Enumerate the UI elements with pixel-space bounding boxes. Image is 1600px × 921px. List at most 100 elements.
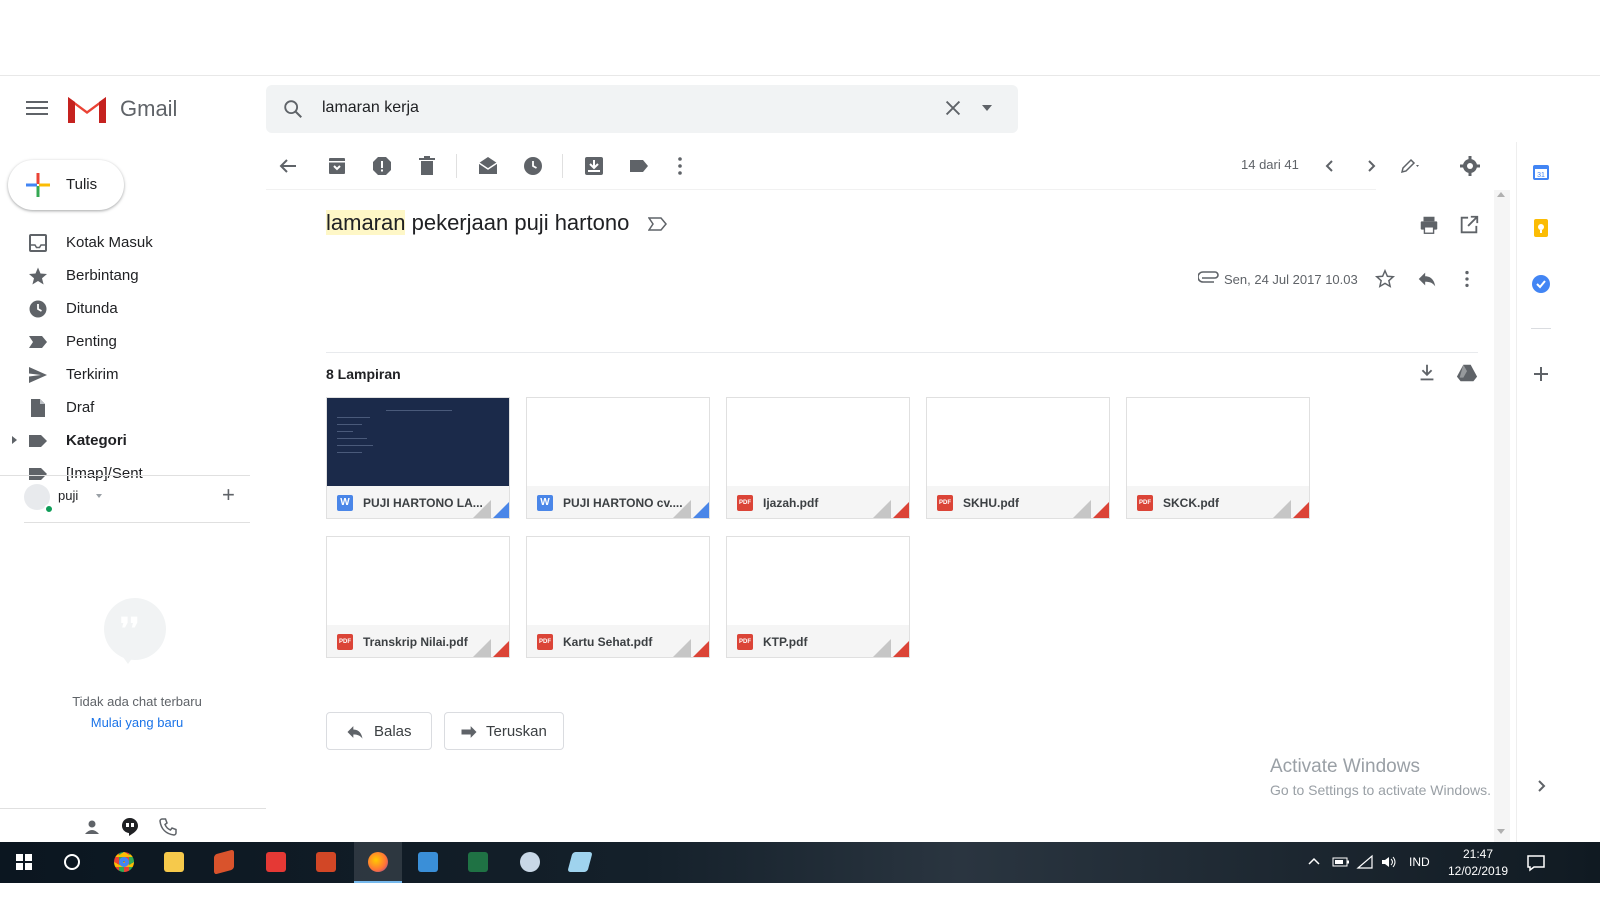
- books-app-taskbar-icon[interactable]: [200, 842, 248, 883]
- more-options-icon[interactable]: [668, 154, 692, 178]
- fold-shadow: [471, 639, 491, 657]
- star-outline-icon[interactable]: [1374, 268, 1396, 290]
- chrome-taskbar-icon[interactable]: [100, 842, 148, 883]
- save-to-drive-icon[interactable]: [1456, 362, 1478, 384]
- fold-shadow: [471, 500, 491, 518]
- nav-label: Kategori: [66, 432, 127, 449]
- action-center-icon[interactable]: [1526, 853, 1546, 873]
- nav-item-sent[interactable]: Terkirim: [0, 358, 266, 391]
- attachment-card[interactable]: PDF Kartu Sehat.pdf: [526, 536, 710, 658]
- move-to-icon[interactable]: [582, 154, 606, 178]
- reply-icon[interactable]: [1416, 268, 1438, 290]
- attachment-card[interactable]: PDF Transkrip Nilai.pdf: [326, 536, 510, 658]
- attachment-name: Transkrip Nilai.pdf: [363, 635, 468, 649]
- add-addon-plus-icon[interactable]: [1531, 364, 1551, 384]
- gmail-logo-icon[interactable]: [66, 93, 108, 125]
- hangouts-icon[interactable]: [120, 817, 140, 837]
- search-bar[interactable]: lamaran kerja: [266, 85, 1018, 133]
- attachment-card[interactable]: W PUJI HARTONO LA...: [326, 397, 510, 519]
- calendar-icon[interactable]: 31: [1531, 162, 1551, 182]
- contacts-icon[interactable]: [82, 817, 102, 837]
- volume-icon[interactable]: [1380, 854, 1398, 870]
- message-more-icon[interactable]: [1456, 268, 1478, 290]
- attachment-bar: PDF Kartu Sehat.pdf: [527, 625, 709, 657]
- scroll-up-icon[interactable]: [1497, 192, 1505, 197]
- nav-item-categories[interactable]: Kategori: [0, 424, 266, 457]
- screen-bottom-area: [0, 883, 1600, 921]
- vertical-scrollbar[interactable]: [1494, 190, 1510, 842]
- camera-app-taskbar-icon[interactable]: [252, 842, 300, 883]
- attachment-card[interactable]: PDF KTP.pdf: [726, 536, 910, 658]
- hangouts-user[interactable]: puji +: [24, 482, 254, 518]
- compose-button[interactable]: Tulis: [8, 160, 124, 210]
- attachment-name: PUJI HARTONO LA...: [363, 496, 483, 510]
- open-new-window-icon[interactable]: [1458, 214, 1480, 236]
- cortana-search-icon[interactable]: [48, 842, 96, 883]
- print-icon[interactable]: [1418, 214, 1440, 236]
- expand-caret-icon[interactable]: [12, 436, 17, 444]
- paint-taskbar-icon[interactable]: [506, 842, 554, 883]
- powerpoint-taskbar-icon[interactable]: [302, 842, 350, 883]
- mark-unread-icon[interactable]: [476, 154, 500, 178]
- nav-item-snoozed[interactable]: Ditunda: [0, 292, 266, 325]
- tasks-icon[interactable]: [1531, 274, 1551, 294]
- older-chevron-right-icon[interactable]: [1359, 154, 1383, 178]
- delete-icon[interactable]: [415, 154, 439, 178]
- pdf-file-icon: PDF: [1137, 495, 1153, 511]
- file-explorer-taskbar-icon[interactable]: [150, 842, 198, 883]
- label-as-icon[interactable]: [627, 154, 651, 178]
- inbox-icon: [29, 234, 47, 252]
- expand-panel-chevron-icon[interactable]: [1531, 776, 1551, 796]
- panel-divider: [1531, 328, 1551, 329]
- search-icon[interactable]: [282, 98, 304, 120]
- scroll-down-icon[interactable]: [1497, 829, 1505, 834]
- avatar[interactable]: [24, 484, 54, 514]
- svg-text:31: 31: [1537, 172, 1545, 179]
- main-menu-button[interactable]: [24, 97, 50, 121]
- forward-button[interactable]: Teruskan: [444, 712, 564, 750]
- excel-taskbar-icon[interactable]: [454, 842, 502, 883]
- reply-button[interactable]: Balas: [326, 712, 432, 750]
- notes-taskbar-icon[interactable]: [556, 842, 604, 883]
- phone-icon[interactable]: [158, 817, 178, 837]
- attachment-bar: PDF SKCK.pdf: [1127, 486, 1309, 518]
- windows-start-icon[interactable]: [0, 842, 48, 883]
- importance-marker-icon[interactable]: [648, 216, 668, 232]
- settings-gear-icon[interactable]: [1458, 154, 1482, 178]
- input-tools-pencil-icon[interactable]: [1396, 154, 1420, 178]
- attachment-card[interactable]: W PUJI HARTONO cv....: [526, 397, 710, 519]
- fold-shadow: [671, 500, 691, 518]
- search-options-icon[interactable]: [982, 105, 992, 111]
- new-chat-plus-icon[interactable]: +: [222, 482, 235, 508]
- snooze-clock-icon[interactable]: [521, 154, 545, 178]
- clear-search-icon[interactable]: [942, 97, 964, 119]
- archive-icon[interactable]: [325, 154, 349, 178]
- report-spam-icon[interactable]: [370, 154, 394, 178]
- newer-chevron-left-icon[interactable]: [1318, 154, 1342, 178]
- nav-item-drafts[interactable]: Draf: [0, 391, 266, 424]
- pdf-file-icon: PDF: [537, 634, 553, 650]
- tray-show-hidden-icon[interactable]: [1306, 854, 1322, 870]
- battery-icon[interactable]: [1332, 854, 1350, 870]
- nav-item-starred[interactable]: Berbintang: [0, 259, 266, 292]
- nav-item-inbox[interactable]: Kotak Masuk: [0, 226, 266, 259]
- taskbar-clock[interactable]: 21:47 12/02/2019: [1442, 846, 1514, 880]
- input-language[interactable]: IND: [1409, 855, 1430, 869]
- search-input[interactable]: lamaran kerja: [322, 99, 419, 117]
- important-icon: [29, 336, 47, 348]
- attachment-card[interactable]: PDF SKCK.pdf: [1126, 397, 1310, 519]
- keep-icon[interactable]: [1531, 218, 1551, 238]
- download-all-icon[interactable]: [1416, 362, 1438, 384]
- wifi-icon[interactable]: [1356, 854, 1374, 870]
- chevron-down-icon[interactable]: [96, 494, 102, 498]
- file-corner-fold-icon: [491, 639, 509, 657]
- firefox-taskbar-icon[interactable]: [354, 842, 402, 883]
- file-corner-fold-icon: [491, 500, 509, 518]
- attachment-card[interactable]: PDF Ijazah.pdf: [726, 397, 910, 519]
- start-new-chat-link[interactable]: Mulai yang baru: [0, 715, 274, 730]
- nav-item-important[interactable]: Penting: [0, 325, 266, 358]
- back-arrow-icon[interactable]: [276, 154, 300, 178]
- settings-app-taskbar-icon[interactable]: [404, 842, 452, 883]
- attachment-card[interactable]: PDF SKHU.pdf: [926, 397, 1110, 519]
- left-sidebar: Tulis Kotak Masuk Berbintang Ditunda Pen…: [0, 142, 266, 859]
